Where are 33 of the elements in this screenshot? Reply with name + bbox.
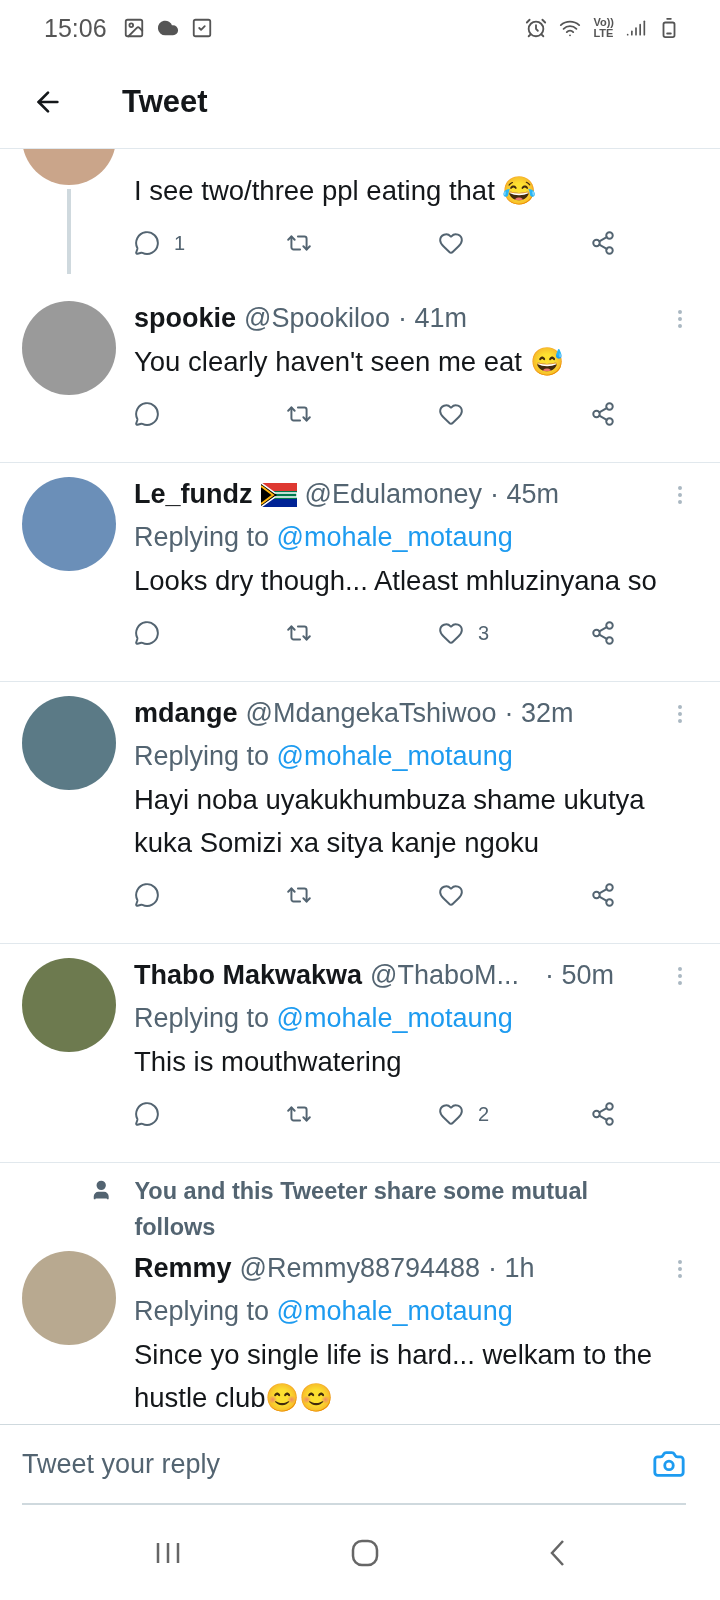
tweet-time: · 45m <box>490 478 560 511</box>
tweet-text: This is mouthwatering <box>134 1045 403 1079</box>
tweet-time: · 1h <box>488 1252 535 1285</box>
user-name[interactable]: spookie <box>134 297 237 340</box>
replying-to-text: Replying to @mohale_motaung <box>134 1002 514 1035</box>
reply-count: 1 <box>174 231 186 255</box>
replying-to-text: Replying to @mohale_motaung <box>134 1295 514 1328</box>
tweet-time: · 32m <box>504 697 574 730</box>
tweet-time: · 41m <box>398 302 468 335</box>
user-name[interactable]: Le_fundz <box>134 473 253 516</box>
mutual-follows-notice: You and this Tweeter share some mutual follows <box>134 1177 589 1242</box>
tweet-text: I see two/three ppl eating that 😂 <box>134 174 538 208</box>
user-handle[interactable]: @Spookiloo <box>244 297 391 340</box>
like-count: 2 <box>478 1102 490 1126</box>
tweet-text: You clearly haven't seen me eat 😅 <box>134 345 565 379</box>
tweet-time: · 50m <box>545 959 615 992</box>
user-handle[interactable]: @Edulamoney <box>304 473 482 516</box>
replying-to-text: Replying to @mohale_motaung <box>134 521 514 554</box>
tweet-text: Since yo single life is hard... welkam to the hustle club😊😊 <box>134 1338 654 1415</box>
page-title: Tweet <box>122 84 208 120</box>
like-count: 3 <box>478 621 490 645</box>
user-name[interactable]: Thabo Makwakwa <box>134 954 363 997</box>
status-time: 15:06 <box>44 13 107 43</box>
tweet-text: Hayi noba uyakukhumbuza shame ukutya kuka Somizi xa sitya kanje ngoku <box>134 783 646 860</box>
lte-label: LTE <box>593 28 614 39</box>
user-name[interactable]: mdange <box>134 692 238 735</box>
replying-to-text: Replying to @mohale_motaung <box>134 740 514 773</box>
volte-label: Vo)) <box>593 17 614 28</box>
user-name[interactable]: Remmy <box>134 1247 232 1290</box>
user-handle[interactable]: @Remmy88794488 <box>239 1247 481 1290</box>
user-handle[interactable]: @ThaboM... <box>370 954 520 997</box>
user-handle[interactable]: @MdangekaTshiwoo <box>245 692 497 735</box>
tweet-text: Looks dry though... Atleast mhluzinyana so <box>134 564 658 598</box>
